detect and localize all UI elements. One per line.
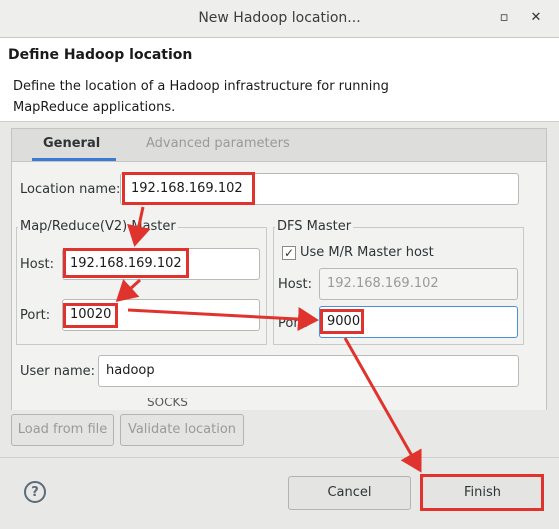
arrow-location-to-host <box>127 206 151 247</box>
annotation-arrows <box>115 206 422 473</box>
arrow-host-to-port <box>115 278 142 303</box>
arrow-port-to-dfs-port <box>127 307 319 332</box>
arrow-dfs-port-to-finish <box>343 337 422 473</box>
